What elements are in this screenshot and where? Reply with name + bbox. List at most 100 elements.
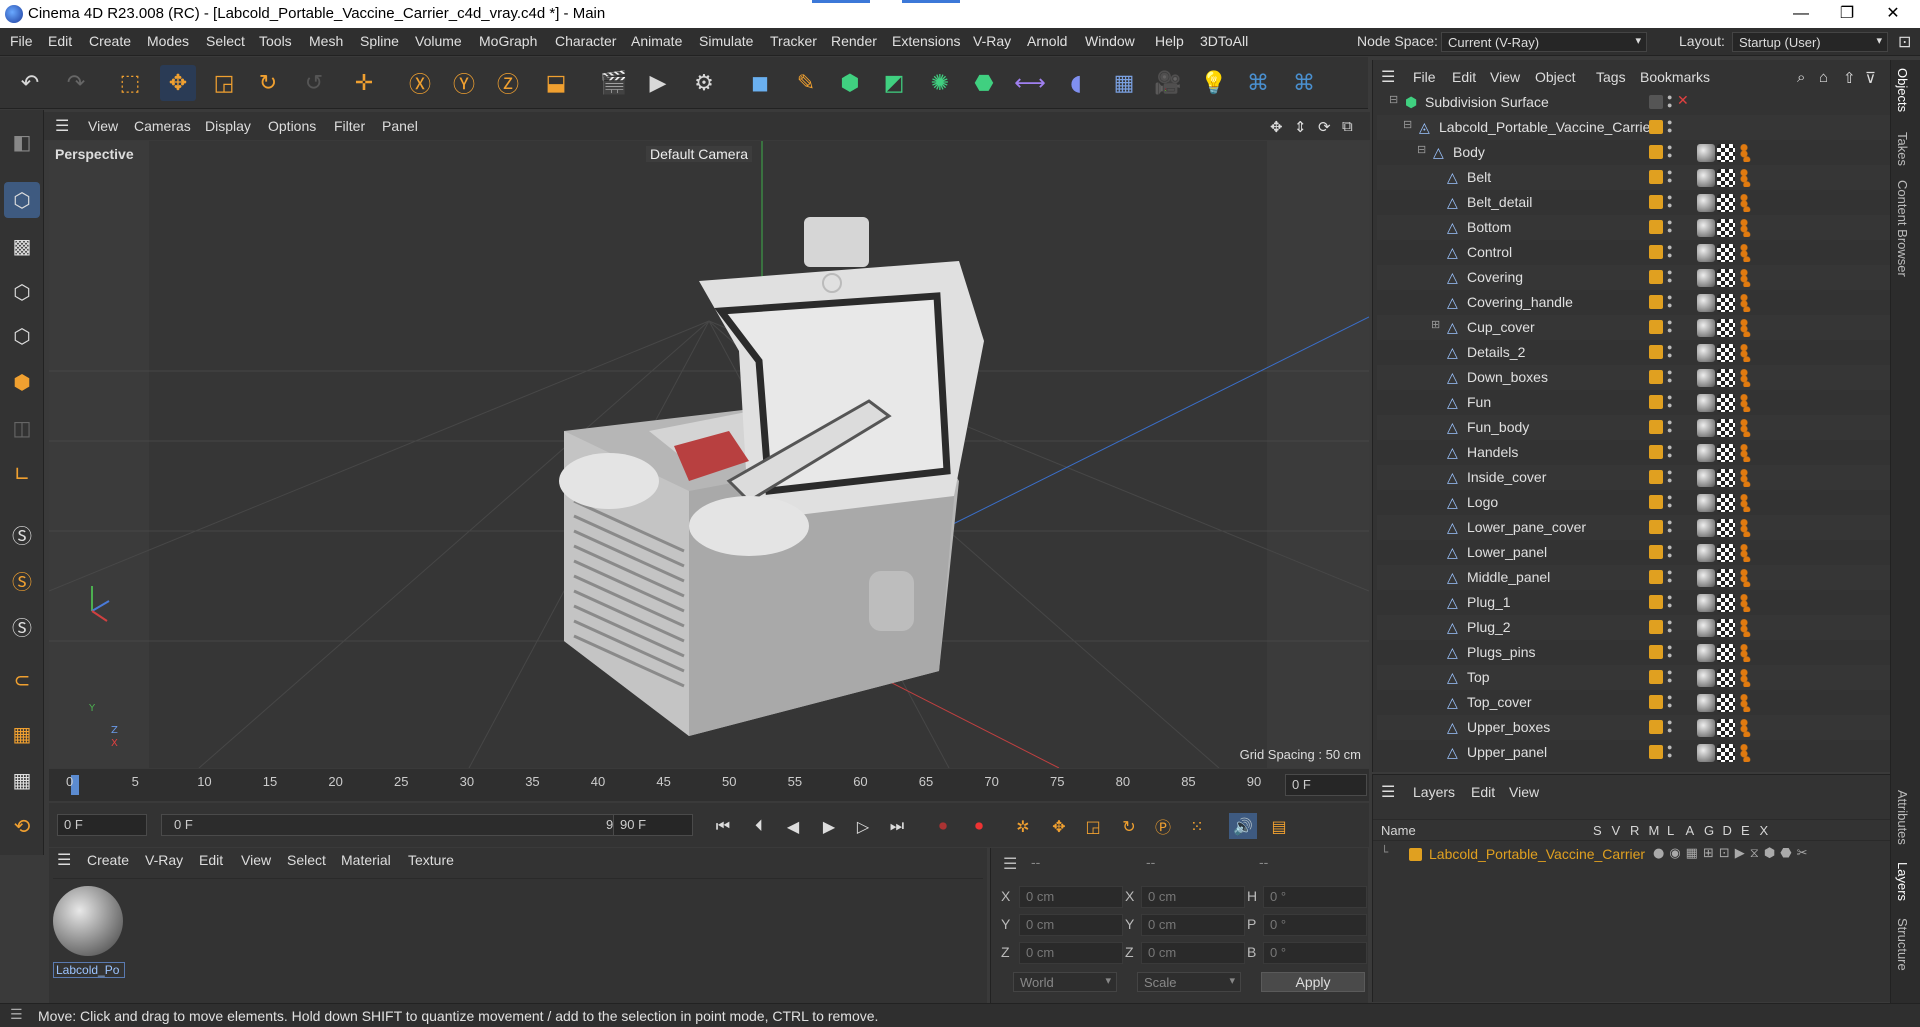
magnet-icon[interactable]: ⊂ <box>4 662 40 698</box>
material-tag-icon[interactable] <box>1697 394 1715 412</box>
texture-mode-icon[interactable]: ▩ <box>4 228 40 264</box>
floor-icon[interactable]: ▦ <box>1106 65 1142 101</box>
rotate-tool-icon[interactable]: ↻ <box>250 65 286 101</box>
uv-tag-icon[interactable] <box>1717 219 1735 237</box>
snap-s2-icon[interactable]: Ⓢ <box>4 562 40 598</box>
size-x-field[interactable]: 0 cm <box>1141 886 1245 908</box>
tab-layers[interactable]: Layers <box>1895 862 1910 901</box>
go-to-end-icon[interactable]: ⏭ <box>883 813 911 839</box>
rotation-p-field[interactable]: 0 ° <box>1263 914 1367 936</box>
menu-tracker[interactable]: Tracker <box>770 33 817 49</box>
sound-icon[interactable]: 🔊 <box>1229 813 1257 839</box>
timeline-icon[interactable]: ▤ <box>1265 813 1293 839</box>
visibility-dots-icon[interactable]: ● ● <box>1667 718 1673 735</box>
vray-tag-icon[interactable] <box>1737 519 1751 537</box>
layer-color-swatch[interactable] <box>1649 470 1663 484</box>
node-space-dropdown[interactable]: Current (V-Ray) ▾ <box>1441 32 1647 52</box>
layer-color-swatch[interactable] <box>1649 420 1663 434</box>
rotation-h-field[interactable]: 0 ° <box>1263 886 1367 908</box>
visibility-dots-icon[interactable]: ● ● <box>1667 368 1673 385</box>
expand-toggle-icon[interactable]: ⊟ <box>1403 118 1412 131</box>
visibility-dots-icon[interactable]: ● ● <box>1667 593 1673 610</box>
material-tag-icon[interactable] <box>1697 244 1715 262</box>
visibility-dots-icon[interactable]: ● ● <box>1667 193 1673 210</box>
position-y-field[interactable]: 0 cm <box>1019 914 1123 936</box>
layer-col-flag[interactable]: X <box>1760 823 1769 838</box>
material-tag-icon[interactable] <box>1697 744 1715 762</box>
menu-3dtoall[interactable]: 3DToAll <box>1200 33 1248 49</box>
key-position-icon[interactable]: ✥ <box>1045 813 1073 839</box>
layer-color-swatch[interactable] <box>1649 145 1663 159</box>
uv-tag-icon[interactable] <box>1717 469 1735 487</box>
vray-tag-icon[interactable] <box>1737 544 1751 562</box>
layer-col-flag[interactable]: A <box>1686 823 1695 838</box>
quantize-icon[interactable]: ⟲ <box>4 808 40 844</box>
tab-takes[interactable]: Takes <box>1895 132 1910 166</box>
vray-tag-icon[interactable] <box>1737 394 1751 412</box>
visibility-dots-icon[interactable]: ● ● <box>1667 243 1673 260</box>
object-row[interactable]: △ Upper_panel ● ● <box>1377 740 1891 765</box>
layer-color-swatch[interactable] <box>1649 395 1663 409</box>
uv-tag-icon[interactable] <box>1717 719 1735 737</box>
layer-menu-view[interactable]: View <box>1509 784 1539 800</box>
tab-objects[interactable]: Objects <box>1895 68 1910 112</box>
layer-color-swatch[interactable] <box>1649 495 1663 509</box>
vp-rotate-icon[interactable]: ⟳ <box>1318 118 1331 136</box>
key-pla-icon[interactable]: ⁙ <box>1183 813 1211 839</box>
object-row[interactable]: ◬ ⊟ Labcold_Portable_Vaccine_Carrier ● ● <box>1377 115 1891 140</box>
layer-color-swatch[interactable] <box>1649 445 1663 459</box>
vray-tag-icon[interactable] <box>1737 569 1751 587</box>
material-tag-icon[interactable] <box>1697 344 1715 362</box>
object-name[interactable]: Middle_panel <box>1467 569 1550 585</box>
object-name[interactable]: Covering_handle <box>1467 294 1573 310</box>
layer-col-flag[interactable]: V <box>1612 823 1621 838</box>
layer-menu-layers[interactable]: Layers <box>1413 784 1455 800</box>
obj-menu-tags[interactable]: Tags <box>1596 69 1626 85</box>
visibility-dots-icon[interactable]: ● ● <box>1667 618 1673 635</box>
layer-color-swatch[interactable] <box>1649 370 1663 384</box>
expand-toggle-icon[interactable]: ⊟ <box>1389 93 1398 106</box>
visibility-dots-icon[interactable]: ● ● <box>1667 93 1673 110</box>
menu-render[interactable]: Render <box>831 33 877 49</box>
object-row[interactable]: △ ⊟ Body ● ● <box>1377 140 1891 165</box>
visibility-dots-icon[interactable]: ● ● <box>1667 643 1673 660</box>
visibility-dots-icon[interactable]: ● ● <box>1667 693 1673 710</box>
uv-tag-icon[interactable] <box>1717 544 1735 562</box>
next-frame-icon[interactable]: ▷ <box>849 813 877 839</box>
layer-color-swatch[interactable] <box>1649 170 1663 184</box>
end-frame-field[interactable]: 90 F <box>613 814 693 836</box>
material-tag-icon[interactable] <box>1697 469 1715 487</box>
visibility-dots-icon[interactable]: ● ● <box>1667 218 1673 235</box>
edge-mode-icon[interactable]: ⬡ <box>4 318 40 354</box>
vp-menu-panel[interactable]: Panel <box>382 118 418 134</box>
visibility-dots-icon[interactable]: ● ● <box>1667 168 1673 185</box>
material-tag-icon[interactable] <box>1697 569 1715 587</box>
menu-tools[interactable]: Tools <box>259 33 292 49</box>
cube-icon[interactable]: ◼ <box>742 65 778 101</box>
object-row[interactable]: △ Top_cover ● ● <box>1377 690 1891 715</box>
polygon-mode-icon[interactable]: ⬢ <box>4 364 40 400</box>
menu-create[interactable]: Create <box>89 33 131 49</box>
object-name[interactable]: Cup_cover <box>1467 319 1535 335</box>
visibility-dots-icon[interactable]: ● ● <box>1667 393 1673 410</box>
move-tool-icon[interactable]: ✥ <box>160 65 196 101</box>
vray-tag-icon[interactable] <box>1737 494 1751 512</box>
material-tag-icon[interactable] <box>1697 694 1715 712</box>
visibility-dots-icon[interactable]: ● ● <box>1667 143 1673 160</box>
size-z-field[interactable]: 0 cm <box>1141 942 1245 964</box>
field-icon[interactable]: ◖ <box>1058 65 1094 101</box>
layer-col-flag[interactable]: L <box>1667 823 1674 838</box>
material-tag-icon[interactable] <box>1697 269 1715 287</box>
object-name[interactable]: Belt <box>1467 169 1491 185</box>
vp-zoom-icon[interactable]: ⇕ <box>1294 118 1307 136</box>
object-name[interactable]: Handels <box>1467 444 1518 460</box>
tab-structure[interactable]: Structure <box>1895 918 1910 971</box>
subdivision-icon[interactable]: ⬢ <box>832 65 868 101</box>
vray-tag-icon[interactable] <box>1737 294 1751 312</box>
material-tag-icon[interactable] <box>1697 519 1715 537</box>
uv-tag-icon[interactable] <box>1717 494 1735 512</box>
visibility-dots-icon[interactable]: ● ● <box>1667 343 1673 360</box>
filter-icon[interactable]: ⊽ <box>1865 69 1876 87</box>
object-row[interactable]: △ Fun_body ● ● <box>1377 415 1891 440</box>
layer-name[interactable]: Labcold_Portable_Vaccine_Carrier <box>1429 846 1645 862</box>
